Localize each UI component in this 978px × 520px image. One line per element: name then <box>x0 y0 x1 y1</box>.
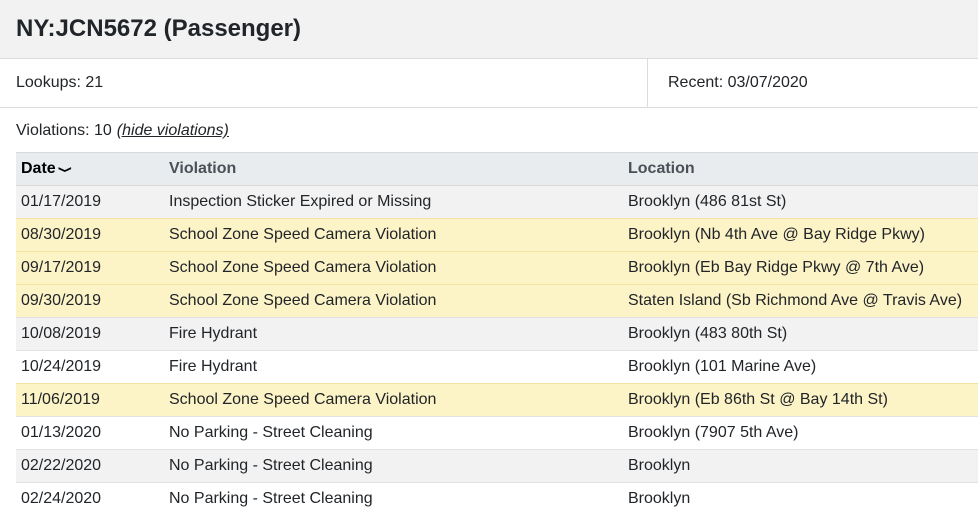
location-cell: Brooklyn (7907 5th Ave) <box>623 416 978 450</box>
stats-bar: Lookups: 21 Recent: 03/07/2020 <box>0 59 978 108</box>
location-cell: Brooklyn (Nb 4th Ave @ Bay Ridge Pkwy) <box>623 218 978 252</box>
date-column-header[interactable]: Date ❯ <box>16 152 164 186</box>
violation-cell: Fire Hydrant <box>164 317 623 351</box>
violation-header-label: Violation <box>169 160 237 177</box>
recent-date: Recent: 03/07/2020 <box>668 74 808 91</box>
location-header-label: Location <box>628 160 695 177</box>
date-cell: 01/13/2020 <box>16 416 164 450</box>
table-row: 09/17/2019 School Zone Speed Camera Viola… <box>16 251 978 285</box>
table-row: 02/22/2020 No Parking - Street Cleaning Br… <box>16 449 978 483</box>
violation-cell: Inspection Sticker Expired or Missing <box>164 185 623 219</box>
date-cell: 09/30/2019 <box>16 284 164 318</box>
location-cell: Brooklyn (Eb Bay Ridge Pkwy @ 7th Ave) <box>623 251 978 285</box>
date-cell: 08/30/2019 <box>16 218 164 252</box>
lookups-count: Lookups: 21 <box>0 59 648 107</box>
page-header: NY:JCN5672 (Passenger) <box>0 0 978 59</box>
page-title: NY:JCN5672 (Passenger) <box>16 15 302 42</box>
violation-column-header[interactable]: Violation <box>164 152 623 186</box>
violations-count: Violations: 10 <box>16 122 112 139</box>
violation-cell: No Parking - Street Cleaning <box>164 482 623 515</box>
date-cell: 10/08/2019 <box>16 317 164 351</box>
date-cell: 02/22/2020 <box>16 449 164 483</box>
location-cell: Brooklyn (Eb 86th St @ Bay 14th St) <box>623 383 978 417</box>
location-cell: Brooklyn <box>623 449 978 483</box>
violations-table: Date ❯ Violation Location 01/17/2019 Inspe… <box>16 152 978 515</box>
violation-cell: No Parking - Street Cleaning <box>164 449 623 483</box>
date-cell: 10/24/2019 <box>16 350 164 384</box>
location-column-header[interactable]: Location <box>623 152 978 186</box>
location-cell: Brooklyn <box>623 482 978 515</box>
chevron-down-icon: ❯ <box>58 165 73 174</box>
table-row: 08/30/2019 School Zone Speed Camera Viola… <box>16 218 978 252</box>
table-row: 10/08/2019 Fire Hydrant Brooklyn (483 80th… <box>16 317 978 351</box>
location-cell: Staten Island (Sb Richmond Ave @ Travis … <box>623 284 978 318</box>
table-row: 01/13/2020 No Parking - Street Cleaning Br… <box>16 416 978 450</box>
violations-summary: Violations: 10 (hide violations) <box>0 108 978 152</box>
violation-cell: No Parking - Street Cleaning <box>164 416 623 450</box>
table-row: 01/17/2019 Inspection Sticker Expired or … <box>16 185 978 219</box>
violation-cell: Fire Hydrant <box>164 350 623 384</box>
date-cell: 01/17/2019 <box>16 185 164 219</box>
date-cell: 02/24/2020 <box>16 482 164 515</box>
location-cell: Brooklyn (483 80th St) <box>623 317 978 351</box>
table-row: 10/24/2019 Fire Hydrant Brooklyn (101 Mari… <box>16 350 978 384</box>
violation-cell: School Zone Speed Camera Violation <box>164 251 623 285</box>
violation-cell: School Zone Speed Camera Violation <box>164 218 623 252</box>
table-header-row: Date ❯ Violation Location <box>16 152 978 186</box>
table-row: 09/30/2019 School Zone Speed Camera Viola… <box>16 284 978 318</box>
violation-cell: School Zone Speed Camera Violation <box>164 284 623 318</box>
location-cell: Brooklyn (486 81st St) <box>623 185 978 219</box>
date-cell: 11/06/2019 <box>16 383 164 417</box>
table-row: 02/24/2020 No Parking - Street Cleaning Br… <box>16 482 978 515</box>
date-header-label: Date <box>21 160 56 177</box>
location-cell: Brooklyn (101 Marine Ave) <box>623 350 978 384</box>
table-row: 11/06/2019 School Zone Speed Camera Viola… <box>16 383 978 417</box>
hide-violations-link[interactable]: (hide violations) <box>117 122 229 140</box>
violation-cell: School Zone Speed Camera Violation <box>164 383 623 417</box>
date-cell: 09/17/2019 <box>16 251 164 285</box>
